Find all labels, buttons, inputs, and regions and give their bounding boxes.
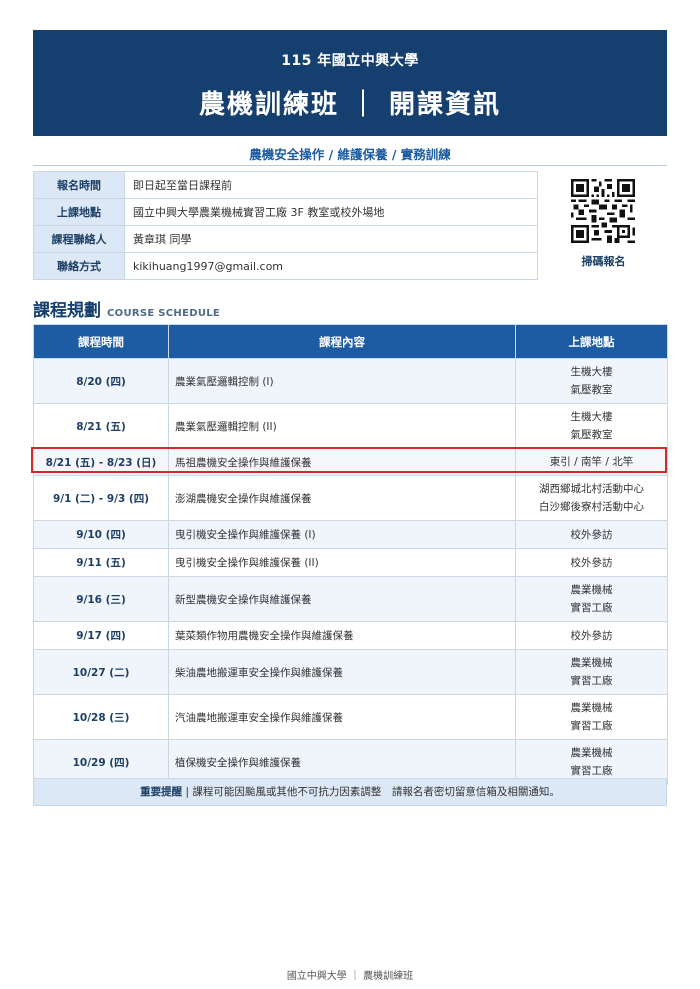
place-line: 農業機械	[570, 584, 613, 596]
place-line: 農業機械	[570, 657, 613, 669]
place-line: 湖西鄉城北村活動中心	[539, 483, 644, 495]
course-content: 新型農機安全操作與維護保養	[168, 576, 516, 622]
info-row: 上課地點 國立中興大學農業機械實習工廠 3F 教室或校外場地	[33, 198, 538, 226]
place-line: 實習工廠	[570, 602, 613, 614]
section-title-en: COURSE SCHEDULE	[107, 308, 221, 319]
table-row: 9/10 (四) 曳引機安全操作與維護保養 (I) 校外參訪	[33, 520, 668, 549]
info-row: 聯絡方式 kikihuang1997@gmail.com	[33, 252, 538, 280]
place-line: 白沙鄉後寮村活動中心	[539, 501, 644, 513]
course-content: 澎湖農機安全操作與維護保養	[168, 475, 516, 521]
table-row: 9/17 (四) 葉菜類作物用農機安全操作與維護保養 校外參訪	[33, 621, 668, 650]
course-date: 9/1 (二) - 9/3 (四)	[33, 475, 169, 521]
qr-panel: 掃碼報名	[540, 171, 667, 281]
course-date: 8/20 (四)	[33, 358, 169, 404]
course-content: 柴油農地搬運車安全操作與維護保養	[168, 649, 516, 695]
info-label: 課程聯絡人	[33, 225, 125, 253]
course-place: 農業機械 實習工廠	[515, 649, 668, 695]
info-value: 即日起至當日課程前	[124, 171, 538, 199]
course-place: 生機大樓 氣壓教室	[515, 358, 668, 404]
info-row: 課程聯絡人 黃章琪 同學	[33, 225, 538, 253]
contact-email[interactable]: kikihuang1997@gmail.com	[124, 252, 538, 280]
place-line: 生機大樓	[570, 411, 613, 423]
section-title: 課程規劃 COURSE SCHEDULE	[33, 296, 220, 321]
info-row: 報名時間 即日起至當日課程前	[33, 171, 538, 199]
course-place: 農業機械 實習工廠	[515, 576, 668, 622]
qr-label: 掃碼報名	[581, 255, 626, 268]
course-date: 8/21 (五)	[33, 403, 169, 449]
section-title-zh: 課程規劃	[33, 301, 101, 321]
table-row: 8/20 (四) 農業氣壓邏輯控制 (I) 生機大樓氣壓教室	[33, 358, 668, 404]
place-line: 氣壓教室	[570, 429, 613, 441]
course-content: 葉菜類作物用農機安全操作與維護保養	[168, 621, 516, 650]
schedule-table: 課程時間 課程內容 上課地點 8/20 (四) 農業氣壓邏輯控制 (I) 生機大…	[33, 324, 668, 785]
place-line: 實習工廠	[570, 720, 613, 732]
course-place: 校外參訪	[515, 621, 668, 650]
info-value: 國立中興大學農業機械實習工廠 3F 教室或校外場地	[124, 198, 538, 226]
page-subtitle: 農機安全操作 / 維護保養 / 實務訓練	[249, 147, 451, 162]
course-place: 湖西鄉城北村活動中心 白沙鄉後寮村活動中心	[515, 475, 668, 521]
header-year: 115 年國立中興大學	[281, 53, 419, 69]
table-row: 8/21 (五) 農業氣壓邏輯控制 (II) 生機大樓氣壓教室	[33, 403, 668, 449]
course-content: 汽油農地搬運車安全操作與維護保養	[168, 694, 516, 740]
table-row: 10/28 (三) 汽油農地搬運車安全操作與維護保養 農業機械實習工廠	[33, 694, 668, 740]
header-content: 課程內容	[168, 324, 516, 359]
place-line: 生機大樓	[570, 366, 613, 378]
course-place: 農業機械 實習工廠	[515, 694, 668, 740]
course-date: 10/28 (三)	[33, 694, 169, 740]
table-row: 10/27 (二) 柴油農地搬運車安全操作與維護保養 農業機械實習工廠	[33, 649, 668, 695]
info-value: 黃章琪 同學	[124, 225, 538, 253]
table-row: 9/11 (五) 曳引機安全操作與維護保養 (II) 校外參訪	[33, 548, 668, 577]
course-place: 校外參訪	[515, 520, 668, 549]
schedule-header: 課程時間 課程內容 上課地點	[33, 324, 668, 359]
header-place: 上課地點	[515, 324, 668, 359]
qr-code[interactable]	[571, 179, 635, 243]
course-date: 9/16 (三)	[33, 576, 169, 622]
divider	[33, 165, 667, 166]
course-content: 農業氣壓邏輯控制 (I)	[168, 358, 516, 404]
note-label: 重要提醒	[140, 786, 183, 798]
place-line: 農業機械	[570, 747, 613, 759]
page-title: 農機訓練班 ｜ 開課資訊	[198, 90, 502, 120]
info-label: 聯絡方式	[33, 252, 125, 280]
highlight-box	[31, 447, 667, 473]
page-header: 115 年國立中興大學 農機訓練班 ｜ 開課資訊	[33, 30, 667, 136]
place-line: 氣壓教室	[570, 384, 613, 396]
course-content: 曳引機安全操作與維護保養 (I)	[168, 520, 516, 549]
course-date: 9/17 (四)	[33, 621, 169, 650]
important-note: 重要提醒 | 課程可能因颱風或其他不可抗力因素調整 請報名者密切留意信箱及相關通…	[33, 778, 667, 806]
info-label: 報名時間	[33, 171, 125, 199]
place-line: 實習工廠	[570, 675, 613, 687]
course-date: 9/10 (四)	[33, 520, 169, 549]
info-label: 上課地點	[33, 198, 125, 226]
course-date: 9/11 (五)	[33, 548, 169, 577]
course-date: 10/27 (二)	[33, 649, 169, 695]
note-text: | 課程可能因颱風或其他不可抗力因素調整 請報名者密切留意信箱及相關通知。	[185, 786, 560, 798]
course-content: 農業氣壓邏輯控制 (II)	[168, 403, 516, 449]
info-table: 報名時間 即日起至當日課程前 上課地點 國立中興大學農業機械實習工廠 3F 教室…	[33, 171, 538, 280]
page-footer: 國立中興大學 ｜ 農機訓練班	[286, 971, 414, 982]
course-content: 曳引機安全操作與維護保養 (II)	[168, 548, 516, 577]
place-line: 農業機械	[570, 702, 613, 714]
table-row: 9/1 (二) - 9/3 (四) 澎湖農機安全操作與維護保養 湖西鄉城北村活動…	[33, 475, 668, 521]
table-row: 9/16 (三) 新型農機安全操作與維護保養 農業機械實習工廠	[33, 576, 668, 622]
course-place: 生機大樓 氣壓教室	[515, 403, 668, 449]
header-date: 課程時間	[33, 324, 169, 359]
course-place: 校外參訪	[515, 548, 668, 577]
